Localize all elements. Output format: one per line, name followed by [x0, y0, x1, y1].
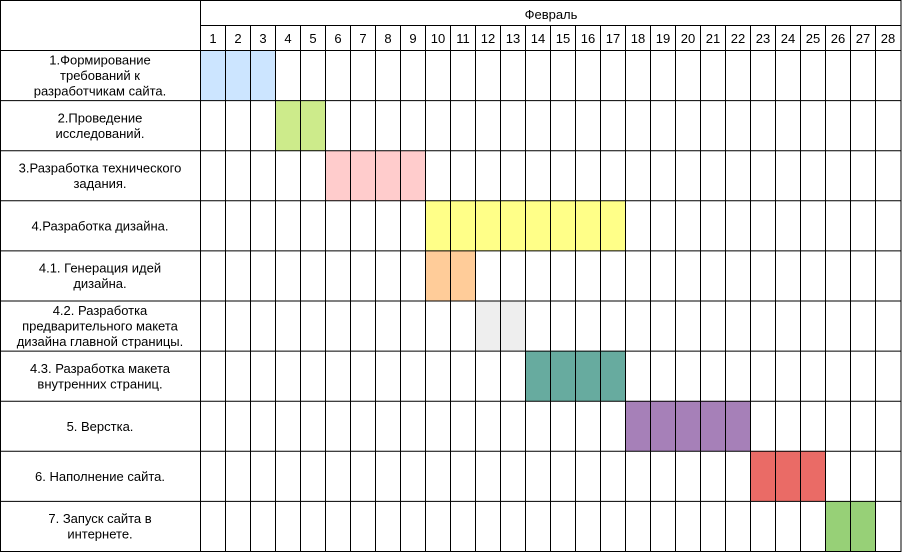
task-label-line: исследований.	[56, 126, 145, 141]
day-number-7: 7	[359, 31, 366, 46]
task-label-7: 4.3. Разработка макета внутренних страниц…	[30, 361, 171, 392]
task-label-1: 1.Формирование требований к разработчикам …	[34, 53, 167, 99]
task-label-5: 4.1. Генерация идей дизайна.	[39, 261, 161, 292]
day-numbers: 1 2 3 4 5 6 7 8 9 10 11 12 13 14 15 16 17 18 19 20 21 22 23 24 2…	[209, 31, 895, 46]
task-label-line: 4.2. Разработка	[53, 303, 148, 318]
day-number-25: 25	[806, 31, 820, 46]
task-label-line: внутренних страниц.	[37, 376, 162, 391]
task-label-6: 4.2. Разработка предварительного макета ди…	[17, 303, 184, 349]
task-bar-1	[200, 50, 276, 101]
task-label-line: разработчикам сайта.	[34, 84, 167, 99]
month-title: Февраль	[525, 7, 578, 22]
day-number-23: 23	[756, 31, 770, 46]
day-number-5: 5	[309, 31, 316, 46]
task-label-line: дизайна.	[73, 276, 126, 291]
day-number-20: 20	[681, 31, 695, 46]
day-number-28: 28	[881, 31, 895, 46]
day-number-18: 18	[631, 31, 645, 46]
task-bar-9	[750, 451, 826, 502]
task-label-line: дизайна главной страницы.	[17, 334, 184, 349]
task-label-4: 4.Разработка дизайна.	[31, 218, 168, 233]
task-label-2: 2.Проведение исследований.	[56, 110, 145, 140]
day-number-8: 8	[384, 31, 391, 46]
task-label-line: интернете.	[67, 527, 132, 542]
task-bar-8	[625, 401, 751, 452]
task-label-line: 4.Разработка дизайна.	[31, 218, 168, 233]
day-number-1: 1	[209, 31, 216, 46]
day-number-15: 15	[556, 31, 570, 46]
day-number-3: 3	[259, 31, 266, 46]
day-number-12: 12	[481, 31, 495, 46]
task-label-8: 5. Верстка.	[67, 419, 134, 434]
task-label-line: 7. Запуск сайта в	[48, 511, 151, 526]
day-number-4: 4	[284, 31, 291, 46]
task-label-line: задания.	[73, 176, 126, 191]
gantt-chart: 1.Формирование требований к разработчикам …	[0, 0, 902, 552]
task-label-line: 6. Наполнение сайта.	[35, 469, 165, 484]
day-number-9: 9	[409, 31, 416, 46]
day-number-19: 19	[656, 31, 670, 46]
day-number-16: 16	[581, 31, 595, 46]
day-number-6: 6	[334, 31, 341, 46]
day-number-11: 11	[456, 31, 470, 46]
task-labels: 1.Формирование требований к разработчикам …	[17, 53, 184, 542]
day-number-24: 24	[781, 31, 795, 46]
day-number-13: 13	[506, 31, 520, 46]
task-label-line: предварительного макета	[22, 319, 179, 334]
task-label-line: 2.Проведение	[58, 110, 143, 125]
task-label-line: 4.3. Разработка макета	[30, 361, 171, 376]
day-number-21: 21	[706, 31, 720, 46]
day-number-10: 10	[431, 31, 445, 46]
day-number-2: 2	[234, 31, 241, 46]
task-label-line: 3.Разработка технического	[19, 161, 182, 176]
task-label-line: требований к	[60, 68, 140, 83]
task-label-line: 4.1. Генерация идей	[39, 261, 161, 276]
task-label-line: 1.Формирование	[49, 53, 151, 68]
day-number-27: 27	[856, 31, 870, 46]
task-label-9: 6. Наполнение сайта.	[35, 469, 165, 484]
day-number-26: 26	[831, 31, 845, 46]
day-number-22: 22	[731, 31, 745, 46]
day-number-14: 14	[531, 31, 545, 46]
task-label-line: 5. Верстка.	[67, 419, 134, 434]
task-label-3: 3.Разработка технического задания.	[19, 161, 182, 192]
day-number-17: 17	[606, 31, 620, 46]
task-label-10: 7. Запуск сайта в интернете.	[48, 511, 151, 542]
